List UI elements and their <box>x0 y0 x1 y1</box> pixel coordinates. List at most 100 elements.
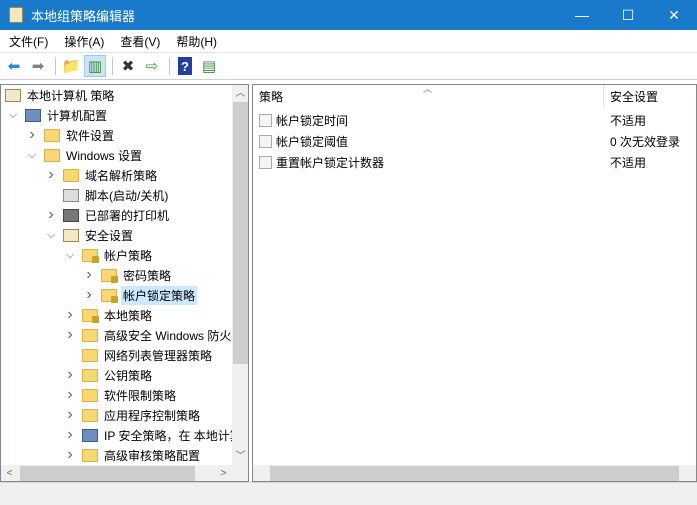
close-button[interactable]: ✕ <box>651 0 697 30</box>
tree-horizontal-scrollbar[interactable]: < > <box>1 465 232 481</box>
policy-cell: 重置帐户锁定计数器 <box>253 154 604 171</box>
menu-bar: 文件(F) 操作(A) 查看(V) 帮助(H) <box>0 30 697 52</box>
folder-icon <box>82 328 98 342</box>
tree-node[interactable]: › IP 安全策略，在 本地计算机 <box>64 425 232 445</box>
tree-node-label: 软件设置 <box>66 128 115 143</box>
export-list-button[interactable]: ⇨ <box>141 55 163 77</box>
tree-node[interactable]: › 应用程序控制策略 <box>64 405 202 425</box>
tree-node-label: Windows 设置 <box>66 148 143 163</box>
tree-node-label: 计算机配置 <box>47 108 108 123</box>
tree-node[interactable]: › 帐户锁定策略 <box>83 285 198 305</box>
chevron-right-icon[interactable]: › <box>64 386 76 404</box>
menu-item[interactable]: 帮助(H) <box>167 33 224 50</box>
action-pane-button[interactable]: ▤ <box>198 55 220 77</box>
tree-node-label: 域名解析策略 <box>85 168 158 183</box>
column-header-policy[interactable]: ︿ 策略 <box>253 85 604 108</box>
list-row[interactable]: 帐户锁定时间 不适用 <box>253 110 696 130</box>
folder-icon <box>82 408 98 422</box>
tree-node[interactable]: ⌵ 帐户策略 <box>64 245 154 265</box>
tree-node[interactable]: › 软件设置 <box>26 125 116 145</box>
tree-node[interactable]: ⌵ 安全设置 <box>45 225 135 245</box>
scroll-down-icon[interactable]: ﹀ <box>232 448 248 465</box>
tree-node-label: 本地计算机 策略 <box>27 88 115 103</box>
chevron-right-icon[interactable]: › <box>64 326 76 344</box>
tree-node[interactable]: › 公钥策略 <box>64 365 154 385</box>
tree-node-label: 高级审核策略配置 <box>104 448 201 463</box>
tree-node-label: 帐户锁定策略 <box>121 285 198 305</box>
tree-node-label: 应用程序控制策略 <box>104 408 201 423</box>
menu-item[interactable]: 操作(A) <box>55 33 111 50</box>
tree-node[interactable]: › 高级审核策略配置 <box>64 445 202 465</box>
tree-node[interactable]: ⌵ Windows 设置 <box>26 145 144 165</box>
policy-name: 帐户锁定阈值 <box>276 134 349 149</box>
chevron-right-icon[interactable]: › <box>64 426 76 444</box>
show-hide-tree-button[interactable]: ▥ <box>84 55 106 77</box>
tree-node[interactable]: › 密码策略 <box>83 265 173 285</box>
tree-node-label: 公钥策略 <box>104 368 153 383</box>
column-header-setting[interactable]: 安全设置 <box>604 85 658 108</box>
action-pane-icon: ▤ <box>201 58 217 75</box>
menu-item[interactable]: 文件(F) <box>0 33 55 50</box>
tree-node[interactable]: › 域名解析策略 <box>45 165 159 185</box>
comp-icon <box>25 108 41 122</box>
help-button[interactable]: ? <box>174 55 196 77</box>
chevron-right-icon[interactable]: › <box>83 286 95 304</box>
scroll-up-icon[interactable]: ︿ <box>232 85 248 102</box>
list-header: ︿ 策略 安全设置 <box>253 85 696 108</box>
tree-node[interactable]: 网络列表管理器策略 <box>64 345 214 365</box>
tree-node[interactable]: 本地计算机 策略 <box>5 85 116 105</box>
minimize-button[interactable]: — <box>559 0 605 30</box>
folder-icon <box>101 268 118 283</box>
doc-icon <box>63 228 79 242</box>
column-label: 安全设置 <box>610 90 659 104</box>
chevron-right-icon[interactable]: › <box>83 266 95 284</box>
chevron-down-icon[interactable]: ⌵ <box>64 249 76 262</box>
list-horizontal-scrollbar[interactable] <box>253 465 696 481</box>
list-row[interactable]: 帐户锁定阈值 0 次无效登录 <box>253 131 696 151</box>
tree-node[interactable]: 脚本(启动/关机) <box>45 185 170 205</box>
tree-node[interactable]: › 软件限制策略 <box>64 385 178 405</box>
folder-icon <box>82 368 98 382</box>
scroll-thumb[interactable] <box>270 466 679 481</box>
tree-node[interactable]: ⌵ 计算机配置 <box>7 105 109 125</box>
policy-setting-icon <box>259 134 272 148</box>
tree-node[interactable]: › 本地策略 <box>64 305 154 325</box>
chevron-right-icon[interactable]: › <box>26 126 38 144</box>
tree-node[interactable]: › 已部署的打印机 <box>45 205 171 225</box>
chevron-down-icon[interactable]: ⌵ <box>7 109 19 122</box>
folder-icon <box>82 388 98 402</box>
tree-node-label: 软件限制策略 <box>104 388 177 403</box>
delete-icon: ✖ <box>121 58 135 75</box>
policy-setting-icon <box>259 113 272 127</box>
chevron-down-icon[interactable]: ⌵ <box>45 229 57 242</box>
policy-name: 重置帐户锁定计数器 <box>276 155 385 170</box>
forward-button[interactable]: ➡ <box>27 55 49 77</box>
toolbar: ⬅ ➡ 📁 ▥ ✖ ⇨? ▤ <box>0 52 697 80</box>
scroll-left-icon[interactable]: < <box>1 465 18 481</box>
maximize-button[interactable]: ☐ <box>605 0 651 30</box>
chevron-right-icon[interactable]: › <box>45 206 57 224</box>
chevron-right-icon[interactable]: › <box>64 366 76 384</box>
scroll-thumb[interactable] <box>233 102 248 364</box>
delete-button[interactable]: ✖ <box>117 55 139 77</box>
chevron-right-icon[interactable]: › <box>64 306 76 324</box>
list-row[interactable]: 重置帐户锁定计数器 不适用 <box>253 152 696 172</box>
chevron-down-icon[interactable]: ⌵ <box>26 149 38 162</box>
chevron-right-icon[interactable]: › <box>64 406 76 424</box>
menu-item[interactable]: 查看(V) <box>111 33 167 50</box>
up-folder-button[interactable]: 📁 <box>60 55 82 77</box>
toolbar-separator <box>55 57 56 75</box>
security-setting-value: 0 次无效登录 <box>610 134 681 149</box>
back-button[interactable]: ⬅ <box>3 55 25 77</box>
tree-node-label: 脚本(启动/关机) <box>85 188 169 203</box>
tree-vertical-scrollbar[interactable]: ︿ ﹀ <box>232 85 248 465</box>
scroll-right-icon[interactable]: > <box>215 465 232 481</box>
security-setting-value: 不适用 <box>610 113 647 128</box>
folder-icon <box>63 168 79 182</box>
up-folder-icon: 📁 <box>61 58 81 75</box>
tree-node[interactable]: › 高级安全 Windows 防火墙 <box>64 325 232 345</box>
sort-ascending-icon: ︿ <box>423 84 433 94</box>
scroll-thumb[interactable] <box>20 466 195 481</box>
chevron-right-icon[interactable]: › <box>45 166 57 184</box>
chevron-right-icon[interactable]: › <box>64 446 76 464</box>
